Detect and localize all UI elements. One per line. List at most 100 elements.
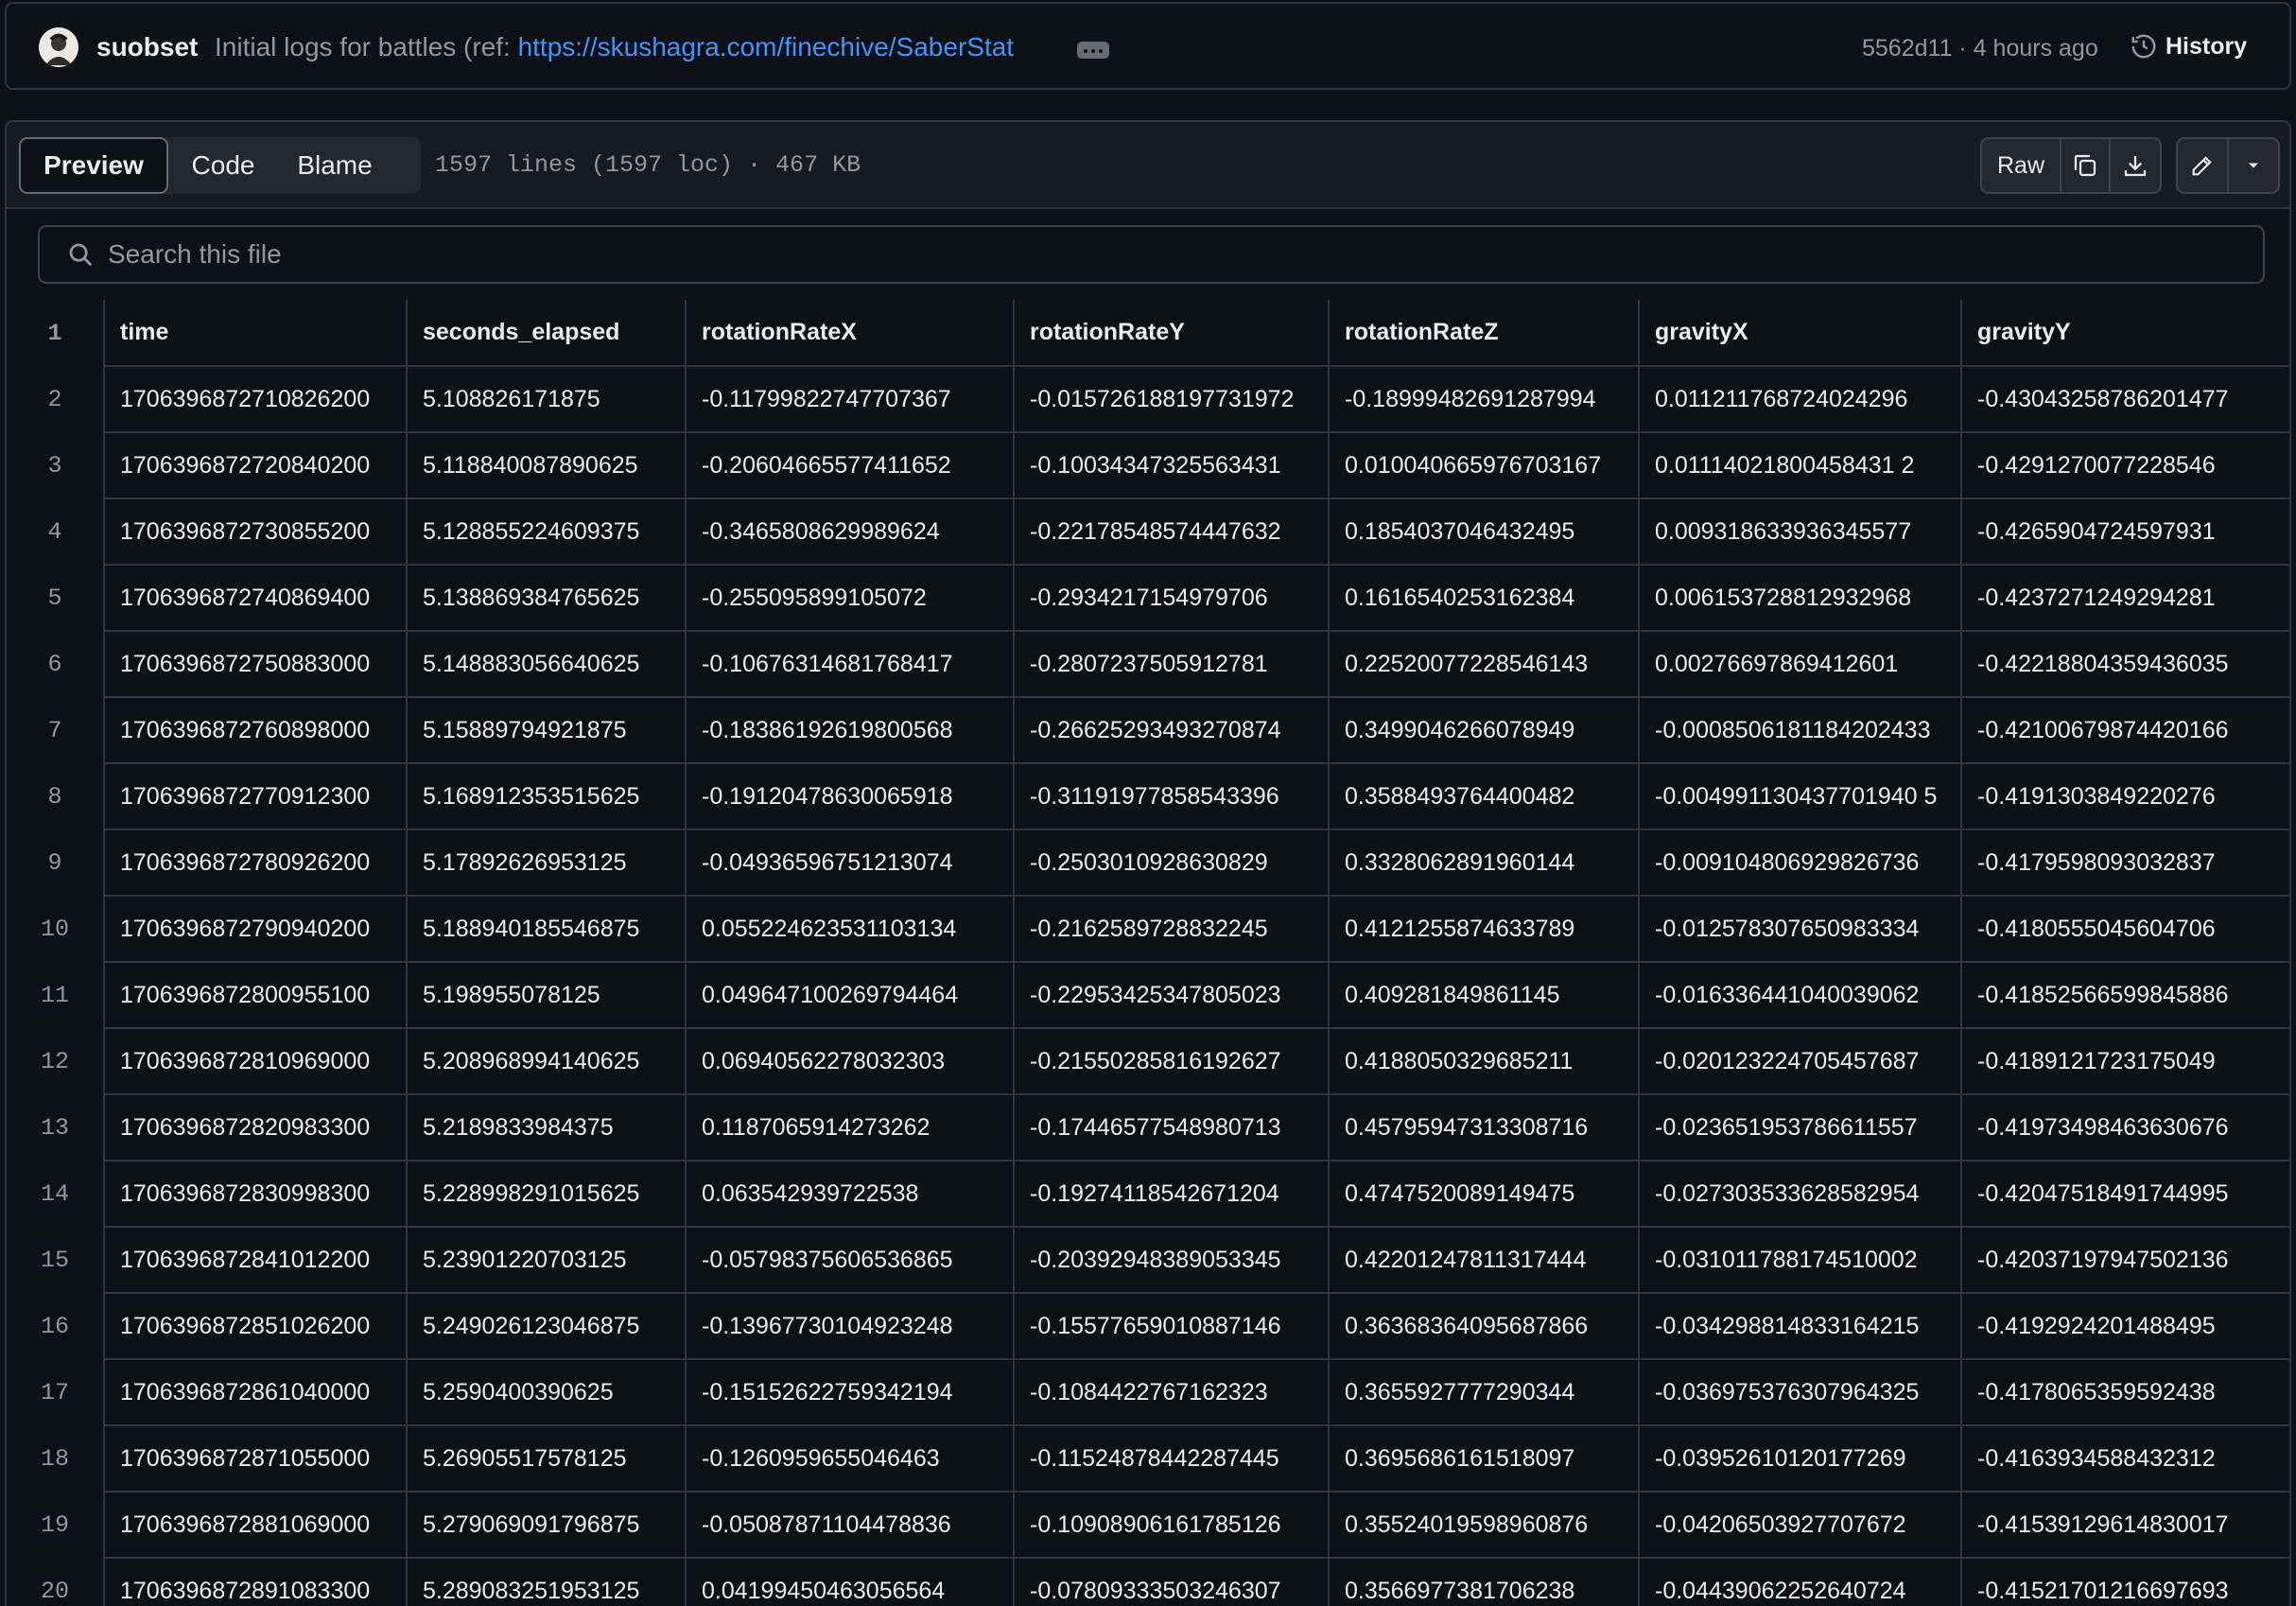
table-cell: -0.4179598093032837 <box>1960 829 2289 897</box>
edit-dropdown-button[interactable] <box>2229 139 2278 192</box>
table-row: 14 1706396872830998300 5.228998291015625 0.… <box>7 1160 2289 1228</box>
avatar[interactable] <box>39 27 78 67</box>
table-cell: 5.228998291015625 <box>406 1160 687 1228</box>
line-number[interactable]: 20 <box>7 1558 105 1606</box>
line-number[interactable]: 4 <box>7 498 105 565</box>
line-number[interactable]: 5 <box>7 565 105 631</box>
table-row: 19 1706396872881069000 5.279069091796875 -0… <box>7 1491 2289 1559</box>
raw-copy-download-group: Raw <box>1980 137 2162 194</box>
line-number[interactable]: 13 <box>7 1094 105 1161</box>
table-cell: -0.10034347325563431 <box>1013 431 1330 499</box>
table-cell: -0.04439062252640724 <box>1638 1557 1962 1606</box>
line-number[interactable]: 11 <box>7 962 105 1028</box>
table-cell: -0.42218804359436035 <box>1960 630 2289 698</box>
line-number[interactable]: 3 <box>7 432 105 498</box>
table-cell: -0.05087871104478836 <box>685 1491 1015 1559</box>
chevron-down-icon <box>2249 163 2258 168</box>
table-cell: 0.22520077228546143 <box>1328 630 1640 698</box>
commit-sha-time[interactable]: 5562d11 · 4 hours ago <box>1862 35 2098 62</box>
raw-button[interactable]: Raw <box>1982 139 2061 192</box>
table-cell: 1706396872810969000 <box>103 1027 408 1095</box>
line-number[interactable]: 12 <box>7 1028 105 1094</box>
table-cell: -0.031011788174510002 <box>1638 1226 1962 1294</box>
line-number[interactable]: 2 <box>7 366 105 432</box>
commit-message[interactable]: Initial logs for battles (ref: https://s… <box>215 32 1014 62</box>
download-icon <box>2124 156 2147 177</box>
line-number[interactable]: 7 <box>7 697 105 763</box>
table-cell: 5.118840087890625 <box>406 431 687 499</box>
table-cell: -0.07809333503246307 <box>1013 1557 1330 1606</box>
tab-preview[interactable]: Preview <box>19 137 168 194</box>
commit-message-link[interactable]: https://skushagra.com/finechive/SaberSta… <box>518 32 1015 61</box>
column-header: time <box>103 300 408 367</box>
table-cell: 0.3328062891960144 <box>1328 829 1640 897</box>
edit-button[interactable] <box>2178 139 2229 192</box>
tab-code[interactable]: Code <box>168 137 278 194</box>
file-viewer: Preview Code Blame 1597 lines (1597 loc)… <box>5 120 2291 1606</box>
table-cell: -0.020123224705457687 <box>1638 1027 1962 1095</box>
table-cell: -0.2162589728832245 <box>1013 895 1330 963</box>
table-cell: 0.3695686161518097 <box>1328 1424 1640 1493</box>
table-cell: 0.409281849861145 <box>1328 961 1640 1029</box>
table-cell: 0.010040665976703167 <box>1328 431 1640 499</box>
line-number[interactable]: 9 <box>7 829 105 896</box>
table-cell: 5.17892626953125 <box>406 829 687 897</box>
table-cell: -0.41539129614830017 <box>1960 1491 2289 1559</box>
ellipsis-dot <box>1084 49 1087 53</box>
line-number[interactable]: 6 <box>7 631 105 697</box>
table-cell: -0.4265904724597931 <box>1960 498 2289 566</box>
copy-button[interactable] <box>2061 139 2111 192</box>
table-cell: -0.15577659010887146 <box>1013 1292 1330 1360</box>
line-number[interactable]: 16 <box>7 1293 105 1359</box>
line-number[interactable]: 15 <box>7 1227 105 1293</box>
table-cell: -0.20604665577411652 <box>685 431 1015 499</box>
table-cell: 1706396872770912300 <box>103 762 408 830</box>
table-cell: 0.3566977381706238 <box>1328 1557 1640 1606</box>
download-button[interactable] <box>2111 139 2160 192</box>
table-row: 7 1706396872760898000 5.15889794921875 -0.1… <box>7 696 2289 764</box>
search-input[interactable] <box>108 238 1526 271</box>
table-cell: 1706396872790940200 <box>103 895 408 963</box>
line-number[interactable]: 1 <box>7 300 105 366</box>
table-cell: 0.36368364095687866 <box>1328 1292 1640 1360</box>
line-number[interactable]: 19 <box>7 1492 105 1558</box>
table-cell: 0.00276697869412601 <box>1638 630 1962 698</box>
line-number[interactable]: 17 <box>7 1359 105 1425</box>
table-cell: 5.15889794921875 <box>406 696 687 764</box>
table-cell: -0.22178548574447632 <box>1013 498 1330 566</box>
table-cell: -0.2807237505912781 <box>1013 630 1330 698</box>
line-number[interactable]: 18 <box>7 1425 105 1492</box>
line-number[interactable]: 10 <box>7 896 105 962</box>
table-row: 13 1706396872820983300 5.2189833984375 0.11… <box>7 1093 2289 1161</box>
table-cell: -0.18386192619800568 <box>685 696 1015 764</box>
tab-blame[interactable]: Blame <box>278 137 391 194</box>
table-cell: -0.31191977858543396 <box>1013 762 1330 830</box>
history-button[interactable]: History <box>2130 32 2247 61</box>
table-cell: -0.3465808629989624 <box>685 498 1015 566</box>
file-header: Preview Code Blame 1597 lines (1597 loc)… <box>7 122 2289 209</box>
table-cell: -0.4291270077228546 <box>1960 431 2289 499</box>
line-number[interactable]: 14 <box>7 1161 105 1227</box>
line-number[interactable]: 8 <box>7 763 105 829</box>
table-cell: 5.2590400390625 <box>406 1358 687 1426</box>
commit-message-text[interactable]: Initial logs for battles (ref: <box>215 32 518 61</box>
commit-author[interactable]: suobset <box>96 32 198 62</box>
table-cell: 5.148883056640625 <box>406 630 687 698</box>
ellipsis-dot <box>1091 49 1095 53</box>
table-cell: 5.138869384765625 <box>406 564 687 632</box>
table-cell: 1706396872881069000 <box>103 1491 408 1559</box>
table-cell: 0.3588493764400482 <box>1328 762 1640 830</box>
column-header: gravityX <box>1638 300 1962 367</box>
table-cell: -0.22953425347805023 <box>1013 961 1330 1029</box>
table-cell: -0.04206503927707672 <box>1638 1491 1962 1559</box>
table-cell: 1706396872861040000 <box>103 1358 408 1426</box>
expand-commit-button[interactable] <box>1077 42 1109 59</box>
table-cell: -0.0008506181184202433 <box>1638 696 1962 764</box>
table-cell: 5.26905517578125 <box>406 1424 687 1493</box>
table-cell: 5.2189833984375 <box>406 1093 687 1161</box>
table-cell: -0.20392948389053345 <box>1013 1226 1330 1294</box>
column-header: rotationRateZ <box>1328 300 1640 367</box>
table-cell: 5.128855224609375 <box>406 498 687 566</box>
table-cell: 0.35524019598960876 <box>1328 1491 1640 1559</box>
table-row: 6 1706396872750883000 5.148883056640625 -0.… <box>7 630 2289 698</box>
